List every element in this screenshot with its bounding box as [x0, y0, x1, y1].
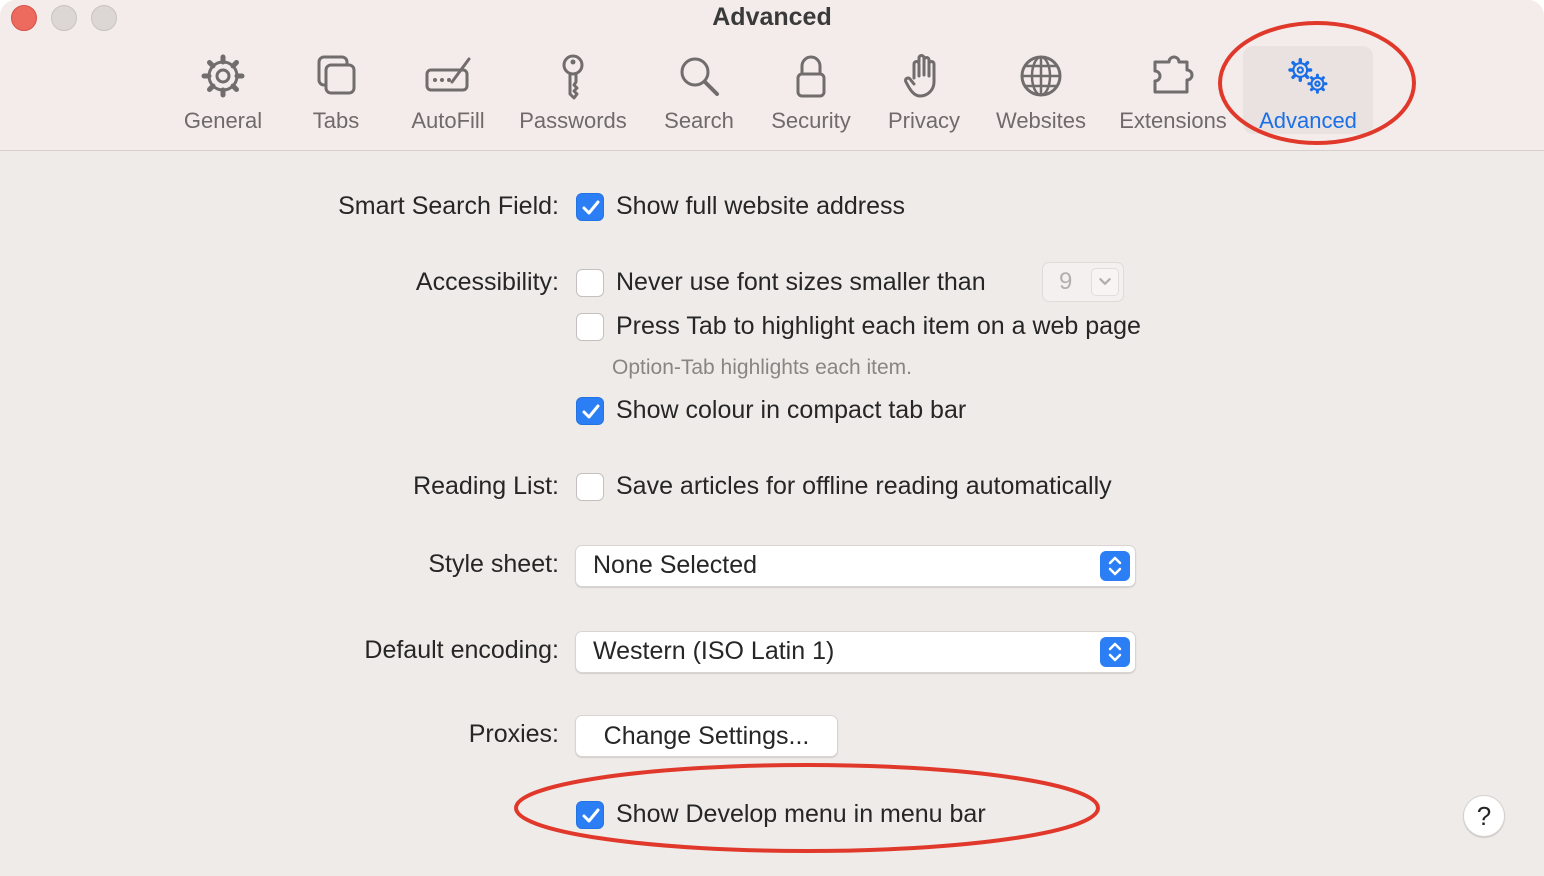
default-encoding-label: Default encoding: [364, 636, 559, 664]
tab-tabs-label: Tabs [312, 108, 360, 133]
checkmark-icon [582, 808, 600, 823]
min-font-size-select[interactable]: 9 [1042, 262, 1124, 302]
up-down-chevron-icon [1100, 637, 1130, 667]
tab-security-label: Security [771, 108, 851, 133]
tab-autofill-label: AutoFill [411, 108, 485, 133]
min-font-size-value: 9 [1059, 268, 1073, 295]
globe-icon [1020, 55, 1062, 97]
min-font-size-text: Never use font sizes smaller than [616, 268, 986, 296]
tab-websites-label: Websites [995, 108, 1087, 133]
tab-passwords-label: Passwords [519, 108, 627, 133]
offline-reading-text: Save articles for offline reading automa… [616, 472, 1112, 500]
tab-advanced[interactable]: Advanced [1243, 46, 1373, 134]
tab-privacy-label: Privacy [887, 108, 961, 133]
tab-passwords[interactable]: Passwords [508, 46, 638, 134]
style-sheet-value: None Selected [593, 551, 758, 579]
checkmark-icon [582, 404, 600, 419]
gear-icon [201, 54, 245, 98]
offline-reading-checkbox[interactable] [576, 473, 604, 501]
preferences-toolbar: Advanced General Tabs AutoFill Passwords… [0, 0, 1544, 151]
show-full-address-checkbox[interactable] [576, 193, 604, 221]
accessibility-label: Accessibility: [415, 268, 559, 296]
tab-advanced-label: Advanced [1259, 108, 1357, 133]
show-colour-text: Show colour in compact tab bar [616, 396, 967, 424]
hand-icon [904, 54, 936, 98]
tab-security[interactable]: Security [746, 46, 876, 134]
chevron-down-icon [1091, 268, 1119, 296]
default-encoding-select[interactable]: Western (ISO Latin 1) [575, 631, 1136, 673]
tab-search-label: Search [664, 108, 734, 133]
style-sheet-select[interactable]: None Selected [575, 545, 1136, 587]
up-down-chevron-icon [1100, 551, 1130, 581]
window-title: Advanced [712, 3, 832, 31]
show-develop-menu-text: Show Develop menu in menu bar [616, 800, 986, 828]
gears-icon [1288, 58, 1328, 94]
tab-websites[interactable]: Websites [976, 46, 1106, 134]
lock-icon [796, 55, 826, 98]
help-button[interactable]: ? [1463, 795, 1505, 837]
tab-autofill[interactable]: AutoFill [383, 46, 513, 134]
style-sheet-label: Style sheet: [428, 550, 559, 578]
press-tab-hint: Option-Tab highlights each item. [612, 356, 912, 379]
tab-extensions[interactable]: Extensions [1108, 46, 1238, 134]
default-encoding-value: Western (ISO Latin 1) [593, 637, 835, 665]
show-develop-menu-checkbox[interactable] [576, 801, 604, 829]
tab-general-label: General [183, 108, 263, 133]
search-icon [680, 57, 719, 96]
tabs-icon [317, 55, 356, 95]
show-full-address-text: Show full website address [616, 192, 906, 220]
reading-list-label: Reading List: [413, 472, 559, 500]
tab-extensions-label: Extensions [1119, 108, 1227, 133]
tab-general[interactable]: General [158, 46, 288, 134]
tab-search[interactable]: Search [634, 46, 764, 134]
safari-preferences-window: Advanced General Tabs AutoFill Passwords… [0, 0, 1544, 876]
smart-search-field-label: Smart Search Field: [338, 192, 559, 220]
puzzle-icon [1153, 55, 1194, 94]
checkmark-icon [582, 200, 600, 215]
change-settings-button[interactable]: Change Settings... [575, 715, 838, 757]
tab-tabs[interactable]: Tabs [271, 46, 401, 134]
show-colour-checkbox[interactable] [576, 397, 604, 425]
autofill-icon [425, 57, 471, 92]
min-font-size-checkbox[interactable] [576, 269, 604, 297]
proxies-label: Proxies: [468, 720, 559, 748]
press-tab-checkbox[interactable] [576, 313, 604, 341]
tab-privacy[interactable]: Privacy [859, 46, 989, 134]
press-tab-text: Press Tab to highlight each item on a we… [616, 312, 1141, 340]
key-icon [562, 54, 584, 100]
